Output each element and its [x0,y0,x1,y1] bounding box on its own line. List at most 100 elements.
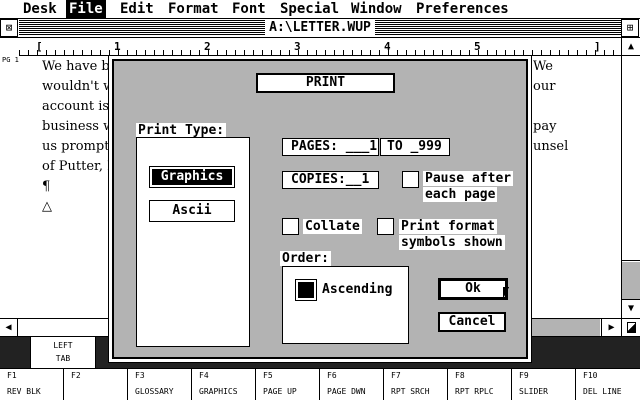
ascii-option[interactable]: Ascii [149,200,235,222]
doc-line-fragment: We [533,59,553,74]
fkey-f6[interactable]: F6 PAGE DWN [320,369,384,400]
fkey-label: GRAPHICS [199,387,238,396]
ruler-right-margin[interactable]: ] [594,38,601,56]
scroll-down-icon[interactable]: ▼ [622,299,640,318]
ruler[interactable]: [ 1 2 3 4 5 ] [19,38,621,56]
fkey-number: F7 [391,371,401,380]
left-tab-label-1: LEFT [53,341,73,350]
pages-to-field[interactable]: TO _999 [380,138,450,156]
doc-line-fragment: our [533,79,556,94]
fkey-label: REV BLK [7,387,41,396]
menu-special[interactable]: Special [277,0,342,18]
page-marker: PG 1 [2,56,19,64]
scroll-up-icon[interactable]: ▲ [622,38,640,56]
order-panel: Ascending [282,266,409,344]
ruler-mark-5: 5 [474,40,481,53]
fkey-number: F1 [7,371,17,380]
size-box-icon[interactable] [621,319,640,336]
vertical-scrollbar[interactable]: ▲ ▼ [621,38,640,318]
fkey-f8[interactable]: F8 RPT RPLC [448,369,512,400]
ascending-label: Ascending [322,282,393,297]
ruler-mark-2: 2 [204,40,211,53]
fkey-number: F10 [583,371,598,380]
menu-bar: Desk File Edit Format Font Special Windo… [0,0,640,19]
pages-from-field[interactable]: PAGES: ___1 [282,138,379,156]
scroll-right-icon[interactable]: ▶ [601,319,621,336]
window-title-bar[interactable]: ⊠ A:\LETTER.WUP ⊞ [0,19,640,38]
fkey-label: PAGE DWN [327,387,366,396]
scroll-thumb[interactable] [622,56,640,261]
ruler-mark-4: 4 [384,40,391,53]
cancel-button[interactable]: Cancel [438,312,506,332]
left-tab-label-2: TAB [55,354,71,363]
graphics-option[interactable]: Graphics [149,166,235,188]
paragraph-mark: ¶ [42,179,51,194]
ok-button[interactable]: Ok [438,278,508,300]
menu-font[interactable]: Font [229,0,269,18]
function-key-bar: F1 REV BLK F2 F3 GLOSSARY F4 GRAPHICS F5 PAG… [0,368,640,400]
fkey-label: PAGE UP [263,387,297,396]
fkey-f10[interactable]: F10 DEL LINE [576,369,640,400]
ok-label: Ok [465,281,481,296]
menu-edit[interactable]: Edit [117,0,157,18]
ruler-mark-3: 3 [294,40,301,53]
print-format-label-line2: symbols shown [399,235,505,250]
fkey-label: GLOSSARY [135,387,174,396]
scroll-track[interactable] [622,262,640,299]
pause-label-line1: Pause after [423,171,514,186]
mouse-pointer-icon [503,287,509,299]
print-type-panel: Graphics Ascii [136,137,250,347]
ruler-mark-1: 1 [114,40,121,53]
fkey-number: F8 [455,371,465,380]
fkey-number: F3 [135,371,145,380]
fkey-f7[interactable]: F7 RPT SRCH [384,369,448,400]
fullscreen-icon[interactable]: ⊞ [621,19,639,37]
scroll-left-icon[interactable]: ◀ [0,319,18,336]
doc-line-fragment: pay [533,119,557,134]
graphics-option-label: Graphics [152,169,232,185]
fkey-label: RPT SRCH [391,387,430,396]
fkey-number: F6 [327,371,337,380]
doc-line-fragment: unsel [533,139,569,154]
left-tab-button[interactable]: LEFT TAB [30,337,96,368]
ascending-toggle-fill [298,282,314,298]
fkey-f4[interactable]: F4 GRAPHICS [192,369,256,400]
print-dialog: PRINT Print Type: Graphics Ascii PAGES: … [112,59,528,359]
print-format-checkbox[interactable] [377,218,394,235]
end-of-document-mark: △ [42,199,52,214]
copies-field[interactable]: COPIES:__1 [282,171,379,189]
menu-desk[interactable]: Desk [20,0,60,18]
menu-window[interactable]: Window [348,0,405,18]
fkey-f3[interactable]: F3 GLOSSARY [128,369,192,400]
fkey-number: F5 [263,371,273,380]
collate-checkbox[interactable] [282,218,299,235]
fkey-label: DEL LINE [583,387,622,396]
menu-format[interactable]: Format [165,0,222,18]
fkey-f2[interactable]: F2 [64,369,128,400]
window-title: A:\LETTER.WUP [265,19,375,37]
order-label: Order: [280,251,331,266]
fkey-f1[interactable]: F1 REV BLK [0,369,64,400]
pause-label-line2: each page [423,187,498,202]
pause-checkbox[interactable] [402,171,419,188]
fkey-label: SLIDER [519,387,548,396]
fkey-number: F2 [71,371,81,380]
ascending-toggle[interactable] [295,279,317,301]
close-icon[interactable]: ⊠ [0,19,18,37]
doc-line: business wi [42,119,119,134]
fkey-number: F9 [519,371,529,380]
fkey-label: RPT RPLC [455,387,494,396]
scroll-track-horizontal[interactable] [530,319,600,336]
print-type-label: Print Type: [136,123,227,138]
fkey-f5[interactable]: F5 PAGE UP [256,369,320,400]
doc-line: We have be [42,59,118,74]
dialog-title: PRINT [256,73,395,93]
ruler-left-margin[interactable]: [ [36,38,43,56]
menu-file[interactable]: File [66,0,106,18]
fkey-f9[interactable]: F9 SLIDER [512,369,576,400]
menu-preferences[interactable]: Preferences [413,0,512,18]
print-format-label-line1: Print format [399,219,497,234]
doc-line: wouldn't w [42,79,115,94]
collate-label: Collate [303,219,362,234]
fkey-number: F4 [199,371,209,380]
